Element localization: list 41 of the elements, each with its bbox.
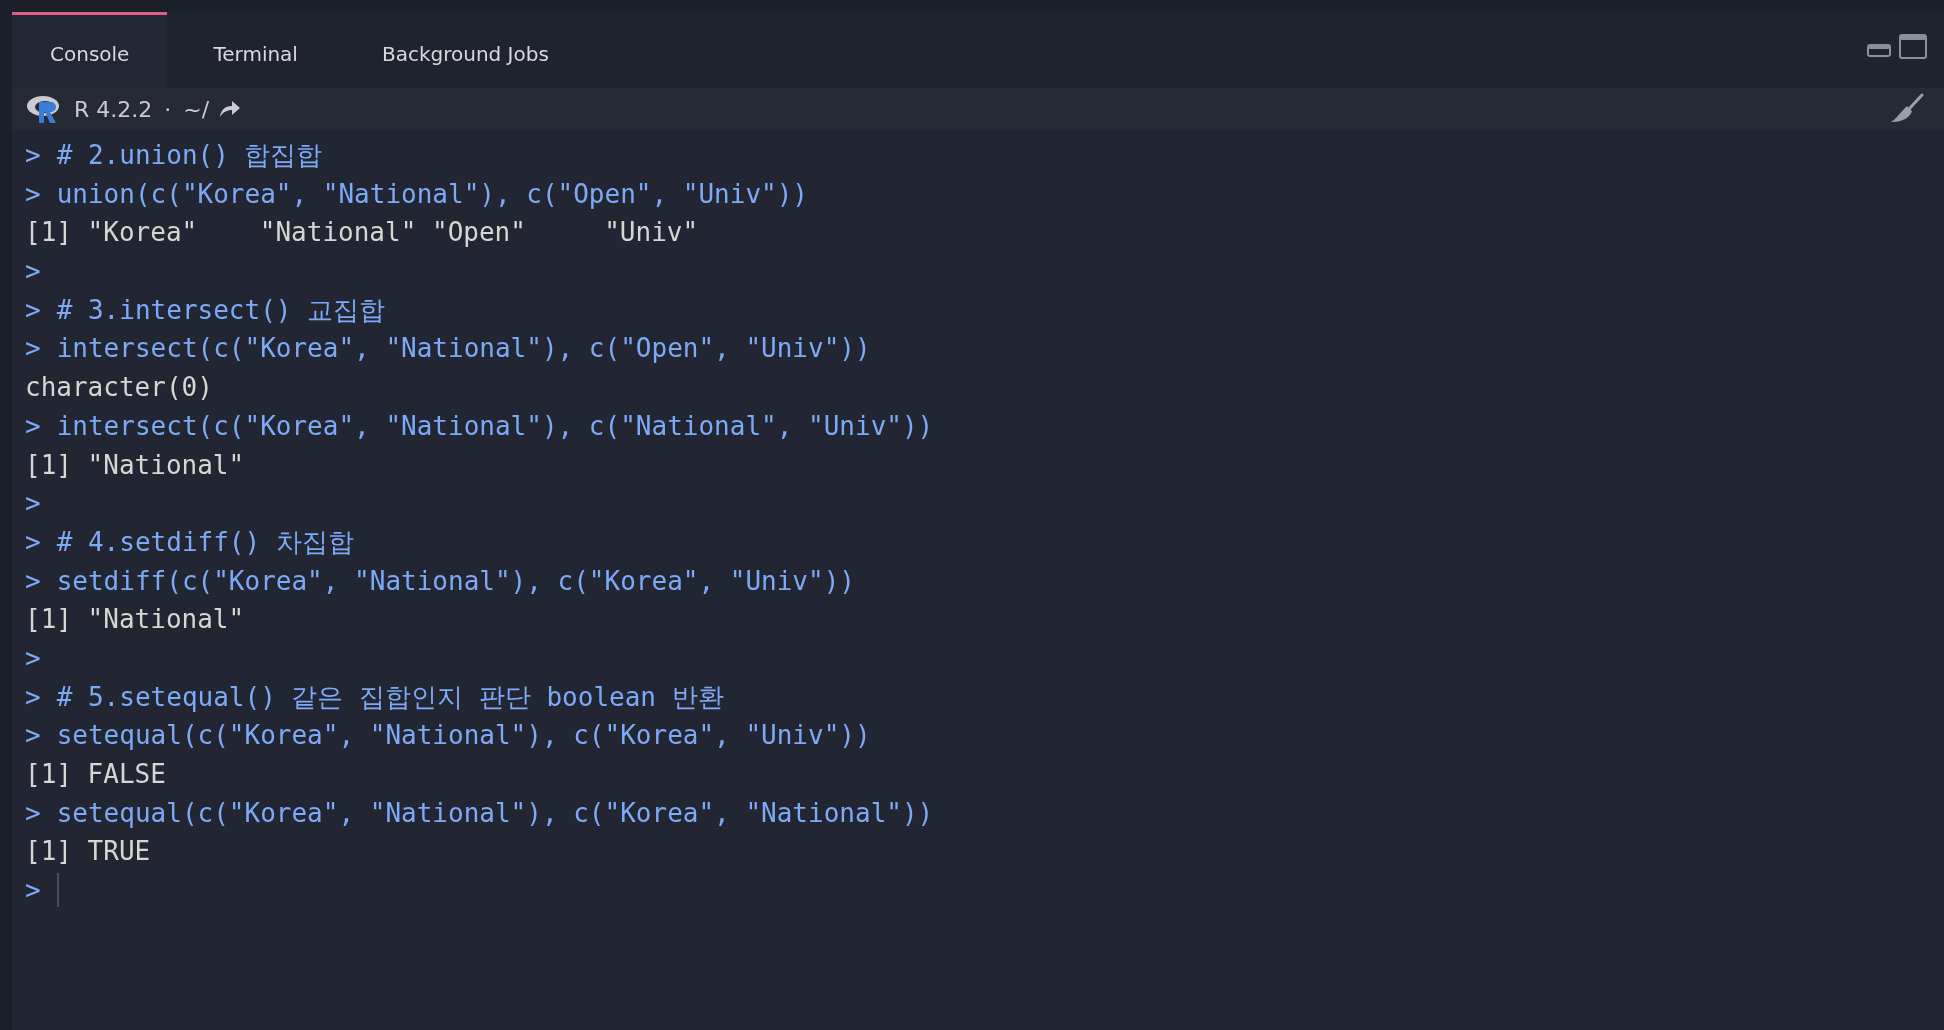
prompt: > [25, 641, 41, 675]
command-text: # 3.intersect() 교집합 [56, 293, 386, 327]
prompt: > [25, 874, 41, 908]
output-text: [1] TRUE [25, 835, 151, 869]
prompt: > [25, 255, 41, 289]
command-text: intersect(c("Korea", "National"), c("Open", "Univ")) [56, 332, 871, 366]
command-text: # 4.setdiff() 차집합 [56, 525, 354, 559]
prompt: > [25, 177, 41, 211]
tab[interactable]: Terminal [175, 12, 336, 88]
minimize-icon[interactable] [1867, 43, 1891, 57]
command-text: setdiff(c("Korea", "National"), c("Korea", "Univ")) [56, 564, 855, 598]
prompt: > [25, 139, 41, 172]
separator: · [164, 96, 172, 122]
prompt: > [25, 719, 41, 753]
output-text: [1] "Korea" "National" "Open" "Univ" [25, 216, 699, 250]
arrow-icon[interactable] [219, 100, 242, 118]
command-text: # 2.union() 합집합 [56, 139, 323, 172]
command-text: setequal(c("Korea", "National"), c("Korea", "Univ")) [56, 719, 871, 753]
prompt: > [25, 332, 41, 366]
tab[interactable]: Background Jobs [343, 12, 587, 88]
output-text: [1] "National" [25, 603, 245, 637]
tab[interactable]: Console [12, 12, 168, 88]
prompt: > [25, 680, 41, 714]
prompt: > [25, 293, 41, 327]
output-text: [1] "National" [25, 448, 245, 482]
prompt: > [25, 525, 41, 559]
broom-icon[interactable] [1890, 93, 1924, 125]
prompt: > [25, 796, 41, 830]
output-text: [1] FALSE [25, 758, 166, 791]
maximize-icon[interactable] [1899, 33, 1927, 59]
output-text: character(0) [25, 371, 213, 405]
prompt: > [25, 487, 41, 521]
working-directory[interactable]: ~/ [183, 96, 210, 122]
prompt: > [25, 409, 41, 443]
prompt: > [25, 564, 41, 598]
command-text: # 5.setequal() 같은 집합인지 판단 boolean 반환 [56, 680, 724, 714]
command-text: setequal(c("Korea", "National"), c("Korea", "National")) [56, 796, 934, 830]
command-text: intersect(c("Korea", "National"), c("National", "Univ")) [56, 409, 934, 443]
text-cursor [56, 873, 59, 908]
command-text: union(c("Korea", "National"), c("Open", "Univ")) [56, 177, 808, 211]
r-version: R 4.2.2 [74, 96, 153, 122]
